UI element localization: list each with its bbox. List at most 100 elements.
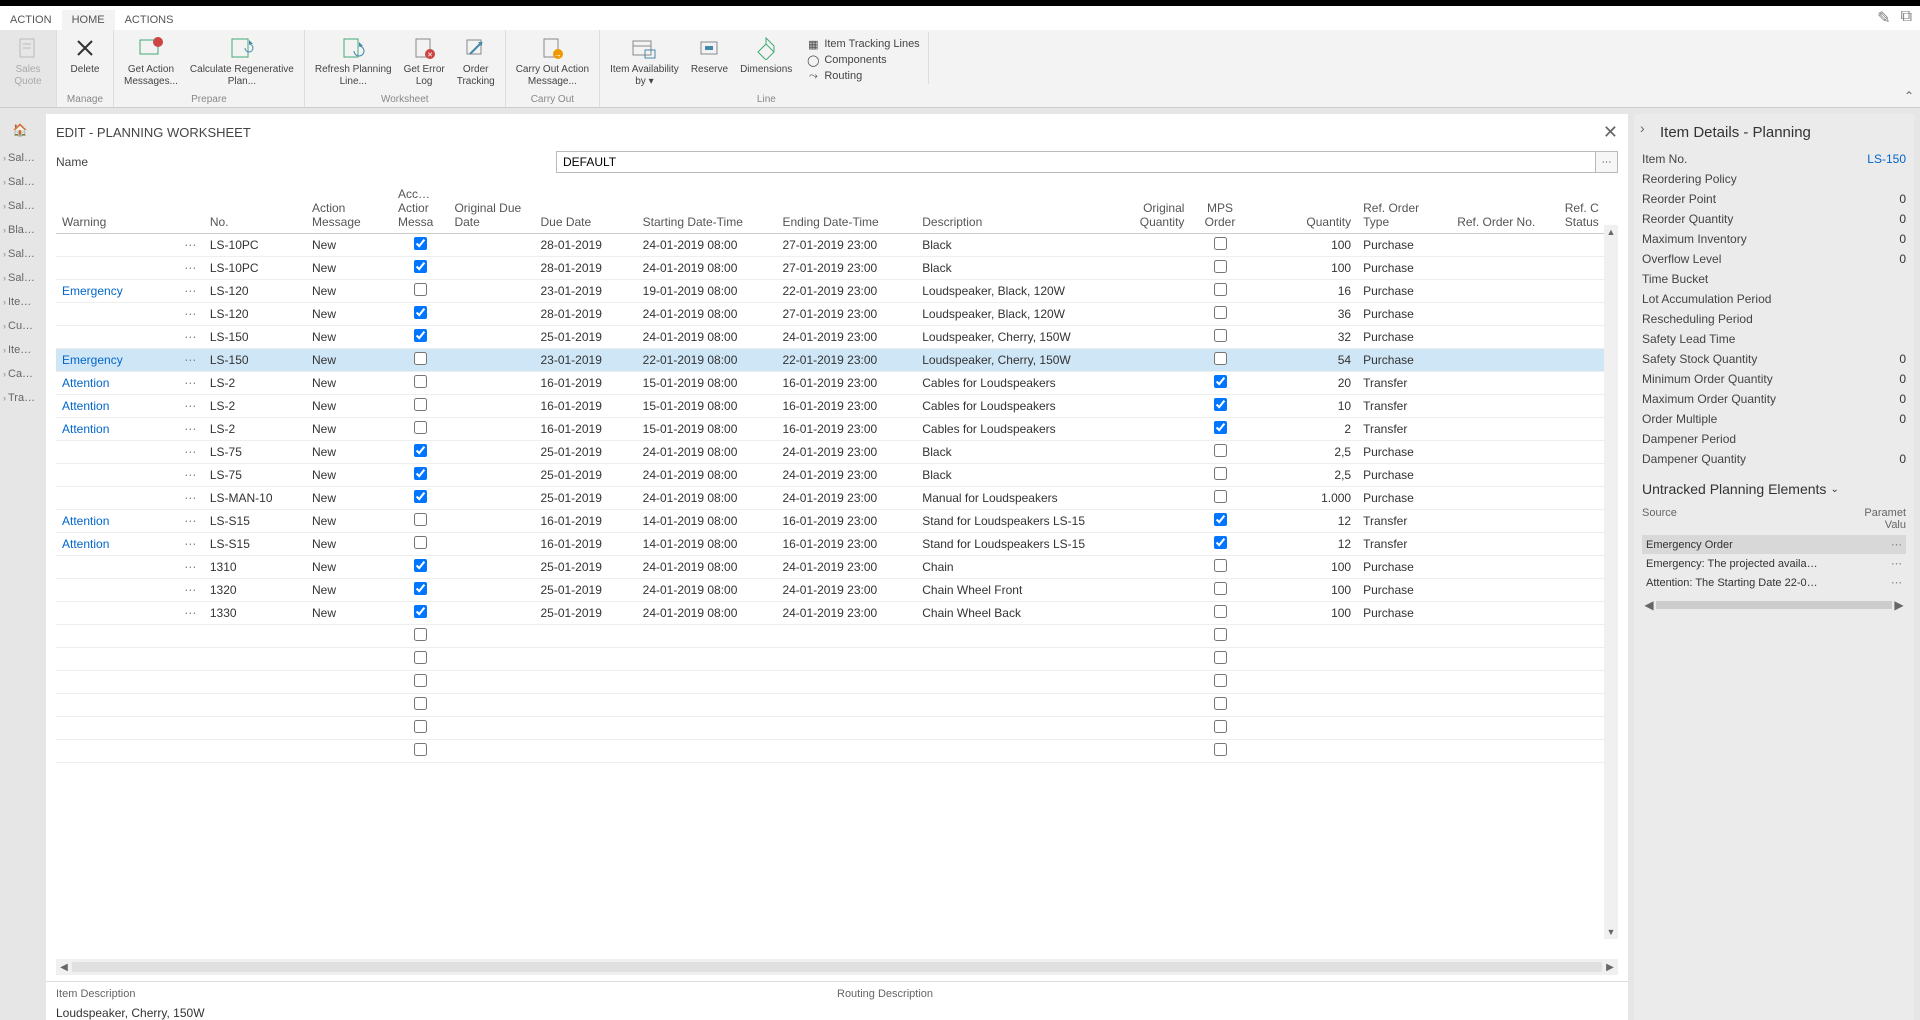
table-row[interactable]: ⋯LS-10PCNew28-01-201924-01-2019 08:0027-… — [56, 234, 1618, 257]
col-mps[interactable]: MPS Order — [1190, 183, 1249, 234]
row-menu-icon[interactable]: ⋯ — [177, 510, 204, 533]
left-nav-item[interactable]: ›Ite… — [0, 338, 40, 362]
delete-button[interactable]: Delete — [61, 32, 109, 78]
table-row[interactable]: Emergency⋯LS-120New23-01-201919-01-2019 … — [56, 280, 1618, 303]
table-row[interactable] — [56, 740, 1618, 763]
table-row[interactable]: Attention⋯LS-2New16-01-201915-01-2019 08… — [56, 372, 1618, 395]
row-menu-icon[interactable]: ⋯ — [1891, 557, 1902, 570]
item-tracking-lines-button[interactable]: ▦Item Tracking Lines — [806, 36, 919, 52]
row-menu-icon[interactable]: ⋯ — [177, 257, 204, 280]
planning-grid[interactable]: Warning No. Action Message Acc… Actior M… — [56, 183, 1618, 763]
table-row[interactable] — [56, 671, 1618, 694]
tab-home[interactable]: HOME — [62, 10, 115, 30]
warning-link[interactable]: Attention — [62, 376, 109, 390]
side-h-scrollbar[interactable]: ◀ ▶ — [1642, 598, 1906, 612]
table-row[interactable]: ⋯LS-120New28-01-201924-01-2019 08:0027-0… — [56, 303, 1618, 326]
row-menu-icon[interactable]: ⋯ — [177, 418, 204, 441]
warning-link[interactable]: Emergency — [62, 353, 123, 367]
table-row[interactable] — [56, 625, 1618, 648]
panel-close-button[interactable]: ✕ — [1603, 122, 1618, 143]
scrollbar-track[interactable] — [72, 962, 1602, 972]
warning-link[interactable]: Emergency — [62, 284, 123, 298]
table-row[interactable]: Attention⋯LS-S15New16-01-201914-01-2019 … — [56, 533, 1618, 556]
left-nav-item[interactable]: ›Tra… — [0, 386, 40, 410]
sales-quote-button[interactable]: Sales Quote — [4, 32, 52, 89]
get-error-log-button[interactable]: ✕ Get Error Log — [398, 32, 451, 89]
calc-regen-plan-button[interactable]: Calculate Regenerative Plan... — [184, 32, 300, 89]
left-nav-item[interactable]: ›Sal… — [0, 194, 40, 218]
components-button[interactable]: ◯Components — [806, 52, 919, 68]
row-menu-icon[interactable]: ⋯ — [177, 234, 204, 257]
table-row[interactable]: ⋯LS-75New25-01-201924-01-2019 08:0024-01… — [56, 441, 1618, 464]
table-row[interactable] — [56, 648, 1618, 671]
table-row[interactable]: ⋯1310New25-01-201924-01-2019 08:0024-01-… — [56, 556, 1618, 579]
col-warning[interactable]: Warning — [56, 183, 177, 234]
untracked-heading[interactable]: Untracked Planning Elements⌄ — [1642, 481, 1906, 497]
col-orig-qty[interactable]: Original Quantity — [1115, 183, 1190, 234]
popout-icon[interactable]: ⧉ — [1901, 8, 1912, 28]
table-row[interactable]: Emergency⋯LS-150New23-01-201922-01-2019 … — [56, 349, 1618, 372]
left-nav-item[interactable]: ›Ite… — [0, 290, 40, 314]
row-menu-icon[interactable]: ⋯ — [1891, 576, 1902, 589]
get-action-messages-button[interactable]: Get Action Messages... — [118, 32, 184, 89]
table-row[interactable]: ⋯1330New25-01-201924-01-2019 08:0024-01-… — [56, 602, 1618, 625]
scroll-up-icon[interactable]: ▲ — [1604, 225, 1618, 239]
row-menu-icon[interactable]: ⋯ — [177, 349, 204, 372]
table-row[interactable] — [56, 694, 1618, 717]
table-row[interactable]: Attention⋯LS-2New16-01-201915-01-2019 08… — [56, 395, 1618, 418]
left-nav-item[interactable]: ›Sal… — [0, 170, 40, 194]
warning-link[interactable]: Attention — [62, 514, 109, 528]
side-field-value[interactable]: LS-150 — [1867, 152, 1906, 166]
tab-actions[interactable]: ACTIONS — [115, 10, 184, 30]
col-start-dt[interactable]: Starting Date-Time — [637, 183, 777, 234]
untracked-item[interactable]: Emergency: The projected availa…⋯ — [1642, 554, 1906, 573]
col-due-date[interactable]: Due Date — [534, 183, 636, 234]
warning-link[interactable]: Attention — [62, 422, 109, 436]
carry-out-action-button[interactable]: → Carry Out Action Message... — [510, 32, 595, 89]
vertical-scrollbar[interactable]: ▲ ▼ — [1604, 225, 1618, 939]
item-availability-button[interactable]: Item Availability by ▾ — [604, 32, 685, 89]
tab-action[interactable]: ACTION — [0, 10, 62, 30]
side-scroll-left-icon[interactable]: ◀ — [1642, 598, 1656, 612]
order-tracking-button[interactable]: Order Tracking — [451, 32, 501, 89]
table-row[interactable]: Attention⋯LS-2New16-01-201915-01-2019 08… — [56, 418, 1618, 441]
row-menu-icon[interactable]: ⋯ — [177, 602, 204, 625]
warning-link[interactable]: Attention — [62, 537, 109, 551]
warning-link[interactable]: Attention — [62, 399, 109, 413]
left-nav-item[interactable]: ›Bla… — [0, 218, 40, 242]
side-collapse-icon[interactable]: › — [1640, 120, 1645, 136]
horizontal-scrollbar[interactable]: ◀ ▶ — [56, 959, 1618, 975]
row-menu-icon[interactable]: ⋯ — [177, 280, 204, 303]
row-menu-icon[interactable]: ⋯ — [177, 372, 204, 395]
row-menu-icon[interactable]: ⋯ — [177, 533, 204, 556]
row-menu-icon[interactable]: ⋯ — [177, 556, 204, 579]
table-row[interactable]: ⋯LS-10PCNew28-01-201924-01-2019 08:0027-… — [56, 257, 1618, 280]
left-nav-item[interactable]: ›Sal… — [0, 266, 40, 290]
untracked-item[interactable]: Emergency Order⋯ — [1642, 535, 1906, 554]
table-row[interactable] — [56, 717, 1618, 740]
col-ref-no[interactable]: Ref. Order No. — [1451, 183, 1559, 234]
row-menu-icon[interactable]: ⋯ — [177, 395, 204, 418]
col-qty[interactable]: Quantity — [1250, 183, 1358, 234]
row-menu-icon[interactable]: ⋯ — [177, 326, 204, 349]
scroll-down-icon[interactable]: ▼ — [1604, 925, 1618, 939]
refresh-planning-line-button[interactable]: Refresh Planning Line... — [309, 32, 398, 89]
side-scroll-right-icon[interactable]: ▶ — [1892, 598, 1906, 612]
reserve-button[interactable]: Reserve — [685, 32, 734, 78]
col-description[interactable]: Description — [916, 183, 1115, 234]
untracked-item[interactable]: Attention: The Starting Date 22-0…⋯ — [1642, 573, 1906, 592]
left-nav-item[interactable]: ›Cu… — [0, 314, 40, 338]
home-icon[interactable]: 🏠 — [8, 118, 32, 142]
name-input[interactable] — [556, 151, 1596, 173]
table-row[interactable]: ⋯LS-75New25-01-201924-01-2019 08:0024-01… — [56, 464, 1618, 487]
row-menu-icon[interactable]: ⋯ — [177, 303, 204, 326]
left-nav-item[interactable]: ›Sal… — [0, 242, 40, 266]
table-row[interactable]: ⋯1320New25-01-201924-01-2019 08:0024-01-… — [56, 579, 1618, 602]
col-acc-action[interactable]: Acc… Actior Messa — [392, 183, 448, 234]
table-row[interactable]: Attention⋯LS-S15New16-01-201914-01-2019 … — [56, 510, 1618, 533]
row-menu-icon[interactable]: ⋯ — [177, 464, 204, 487]
row-menu-icon[interactable]: ⋯ — [177, 579, 204, 602]
scroll-right-icon[interactable]: ▶ — [1602, 962, 1618, 973]
row-menu-icon[interactable]: ⋯ — [177, 487, 204, 510]
edit-icon[interactable]: ✎ — [1877, 8, 1890, 28]
